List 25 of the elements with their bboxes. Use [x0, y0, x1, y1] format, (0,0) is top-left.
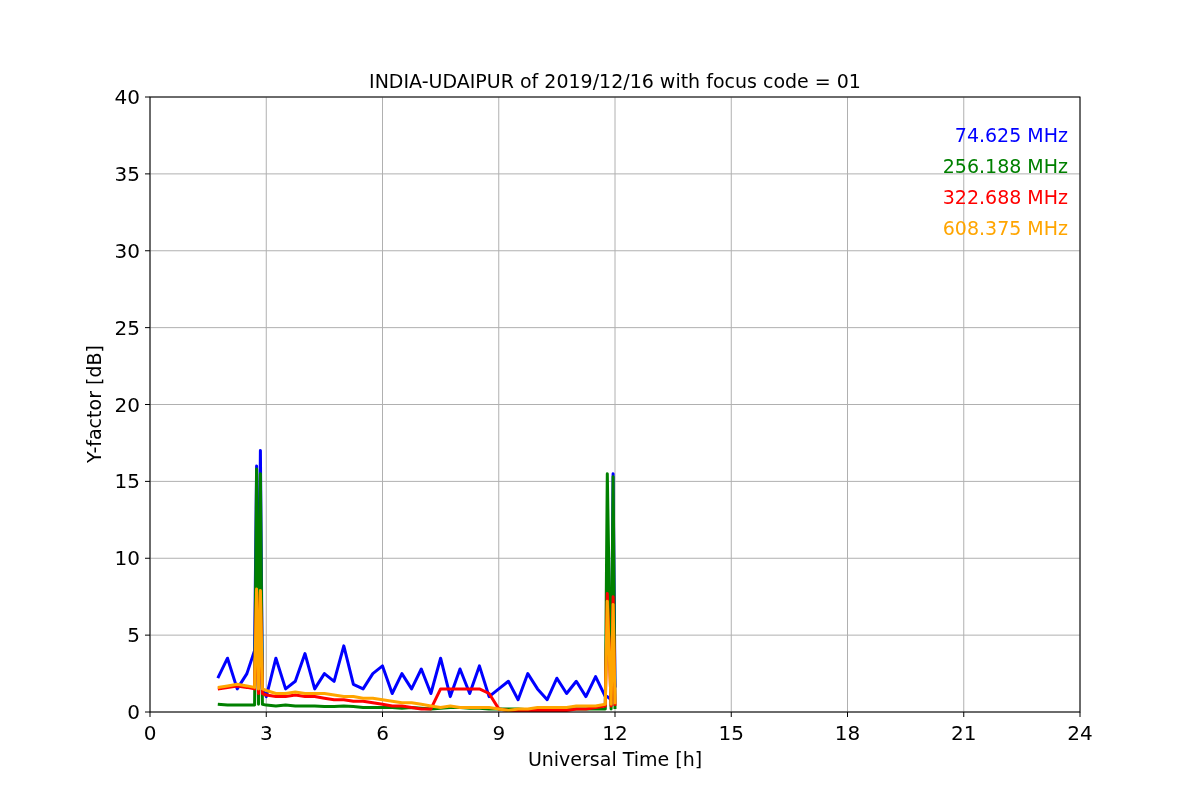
- y-tick-label: 10: [114, 546, 140, 571]
- legend-label: 256.188 MHz: [942, 155, 1068, 177]
- x-axis-label: Universal Time [h]: [527, 748, 703, 770]
- x-tick-label: 0: [143, 721, 157, 745]
- y-axis-label: Y-factor [dB]: [83, 345, 105, 463]
- legend-label: 74.625 MHz: [954, 124, 1068, 146]
- y-tick-label: 5: [127, 623, 140, 648]
- legend-label: 322.688 MHz: [942, 186, 1068, 208]
- chart-title: INDIA-UDAIPUR of 2019/12/16 with focus code = 01: [369, 70, 861, 92]
- y-tick-label: 15: [114, 469, 140, 494]
- y-tick-label: 35: [114, 161, 140, 186]
- x-tick-label: 15: [718, 721, 744, 745]
- legend-label: 608.375 MHz: [942, 217, 1068, 239]
- x-tick-label: 12: [602, 721, 628, 745]
- x-tick-label: 24: [1067, 721, 1093, 745]
- y-tick-label: 40: [114, 85, 140, 109]
- x-tick-label: 3: [259, 721, 273, 745]
- y-tick-label: 25: [114, 315, 140, 340]
- x-tick-label: 21: [951, 721, 977, 745]
- x-tick-label: 9: [492, 721, 506, 745]
- x-tick-label: 6: [376, 721, 389, 745]
- y-tick-label: 20: [114, 392, 140, 417]
- y-tick-label: 0: [127, 700, 140, 724]
- x-tick-label: 18: [834, 721, 861, 745]
- y-tick-label: 30: [114, 238, 140, 263]
